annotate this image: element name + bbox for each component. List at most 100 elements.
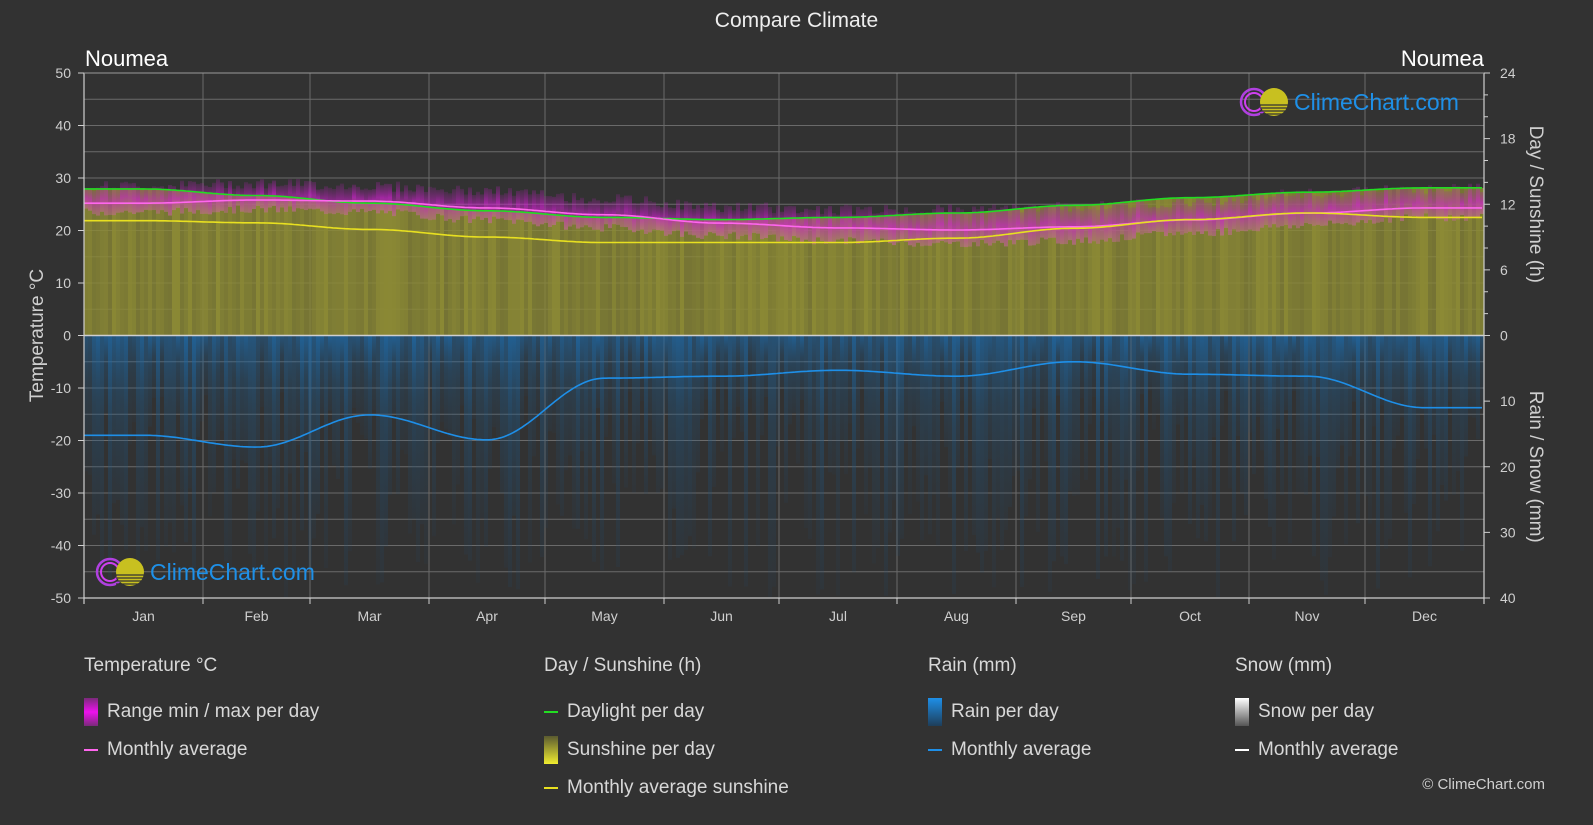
temp-range-day-bar bbox=[624, 195, 628, 228]
sunshine-day-bar bbox=[172, 190, 176, 336]
temp-range-day-bar bbox=[148, 188, 152, 211]
rain-day-bar bbox=[1148, 335, 1152, 391]
rain-day-bar bbox=[404, 335, 408, 455]
rain-day-bar bbox=[328, 335, 332, 411]
sunshine-day-bar bbox=[272, 195, 276, 336]
temp-range-day-bar bbox=[788, 205, 792, 241]
temp-range-day-bar bbox=[372, 189, 376, 210]
x-tick-label-month: Jan bbox=[132, 608, 155, 624]
rain-day-bar bbox=[988, 335, 992, 460]
sunshine-day-bar bbox=[564, 215, 568, 336]
legend-item-snow-avg: Monthly average bbox=[1235, 731, 1398, 769]
temp-range-day-bar bbox=[1200, 199, 1204, 235]
rain-day-bar bbox=[1076, 335, 1080, 496]
sunshine-day-bar bbox=[620, 217, 624, 336]
rain-day-bar bbox=[564, 335, 568, 471]
temp-range-day-bar bbox=[388, 183, 392, 212]
temp-range-day-bar bbox=[1008, 209, 1012, 241]
temp-range-day-bar bbox=[560, 193, 564, 222]
rain-day-bar bbox=[1120, 335, 1124, 561]
rain-day-bar bbox=[436, 335, 440, 444]
rain-day-bar bbox=[1056, 335, 1060, 396]
temp-range-day-bar bbox=[616, 194, 620, 225]
temp-range-day-bar bbox=[408, 190, 412, 212]
temp-range-day-bar bbox=[164, 190, 168, 212]
temp-range-day-bar bbox=[1176, 197, 1180, 232]
rain-day-bar bbox=[844, 335, 848, 475]
rain-day-bar bbox=[244, 335, 248, 464]
sunshine-day-bar bbox=[380, 203, 384, 336]
temp-range-day-bar bbox=[1184, 203, 1188, 234]
rain-day-bar bbox=[928, 335, 932, 535]
temp-range-day-bar bbox=[1420, 189, 1424, 218]
temp-range-day-bar bbox=[156, 186, 160, 214]
temp-range-day-bar bbox=[1344, 193, 1348, 224]
sunshine-day-bar bbox=[320, 200, 324, 336]
rain-day-bar bbox=[156, 335, 160, 561]
temp-range-day-bar bbox=[1472, 189, 1476, 218]
rain-day-bar bbox=[260, 335, 264, 408]
temp-range-day-bar bbox=[212, 182, 216, 213]
sunshine-day-bar bbox=[652, 218, 656, 336]
temp-range-day-bar bbox=[192, 181, 196, 214]
rain-day-bar bbox=[176, 335, 180, 414]
rain-day-bar bbox=[292, 335, 296, 575]
sunshine-day-bar bbox=[312, 199, 316, 336]
temp-range-day-bar bbox=[292, 185, 296, 212]
rain-day-bar bbox=[1172, 335, 1176, 504]
temp-range-day-bar bbox=[976, 209, 980, 247]
sunshine-day-bar bbox=[456, 209, 460, 336]
rain-day-bar bbox=[900, 335, 904, 539]
rain-day-bar bbox=[636, 335, 640, 444]
temp-range-day-bar bbox=[1160, 205, 1164, 232]
temp-range-day-bar bbox=[844, 204, 848, 245]
rain-day-bar bbox=[824, 335, 828, 416]
temp-range-day-bar bbox=[1452, 184, 1456, 221]
temp-range-day-bar bbox=[516, 190, 520, 220]
rain-day-bar bbox=[124, 335, 128, 550]
rain-day-bar bbox=[616, 335, 620, 568]
snow-swatch bbox=[1235, 698, 1249, 726]
rain-day-bar bbox=[348, 335, 352, 552]
temp-range-day-bar bbox=[1236, 194, 1240, 232]
sunshine-day-bar bbox=[432, 207, 436, 336]
rain-day-bar bbox=[1324, 335, 1328, 595]
temp-range-day-bar bbox=[1352, 187, 1356, 226]
rain-day-bar bbox=[520, 335, 524, 430]
temp-range-day-bar bbox=[248, 183, 252, 213]
temp-range-day-bar bbox=[760, 203, 764, 240]
temp-range-day-bar bbox=[1428, 185, 1432, 218]
rain-day-bar bbox=[816, 335, 820, 595]
rain-day-bar bbox=[452, 335, 456, 525]
rain-day-bar bbox=[320, 335, 324, 415]
rain-day-bar bbox=[376, 335, 380, 585]
temp-range-day-bar bbox=[1300, 197, 1304, 226]
sunshine-day-bar bbox=[464, 210, 468, 336]
temp-range-day-bar bbox=[936, 204, 940, 243]
rain-day-bar bbox=[232, 335, 236, 460]
rain-day-bar bbox=[1012, 335, 1016, 476]
sunshine-day-bar bbox=[360, 203, 364, 336]
x-tick-label-month: Jul bbox=[829, 608, 847, 624]
temp-range-day-bar bbox=[460, 188, 464, 217]
rain-day-bar bbox=[256, 335, 260, 512]
rain-day-bar bbox=[476, 335, 480, 583]
sunshine-day-bar bbox=[148, 188, 152, 336]
rain-day-bar bbox=[1228, 335, 1232, 489]
rain-day-bar bbox=[596, 335, 600, 409]
temp-range-day-bar bbox=[128, 183, 132, 213]
temp-range-day-bar bbox=[668, 207, 672, 235]
sunshine-day-bar bbox=[448, 209, 452, 336]
sunshine-day-bar bbox=[500, 211, 504, 336]
rain-day-bar bbox=[112, 335, 116, 504]
rain-day-bar bbox=[104, 335, 108, 414]
rain-day-bar bbox=[692, 335, 696, 549]
temp-range-day-bar bbox=[1364, 187, 1368, 224]
y-tick-label-left: 20 bbox=[55, 223, 71, 239]
temp-range-day-bar bbox=[620, 197, 624, 227]
temp-range-day-bar bbox=[780, 211, 784, 237]
rain-day-bar bbox=[728, 335, 732, 587]
temp-range-day-bar bbox=[116, 190, 120, 213]
rain-day-bar bbox=[712, 335, 716, 487]
rain-day-bar bbox=[1072, 335, 1076, 496]
